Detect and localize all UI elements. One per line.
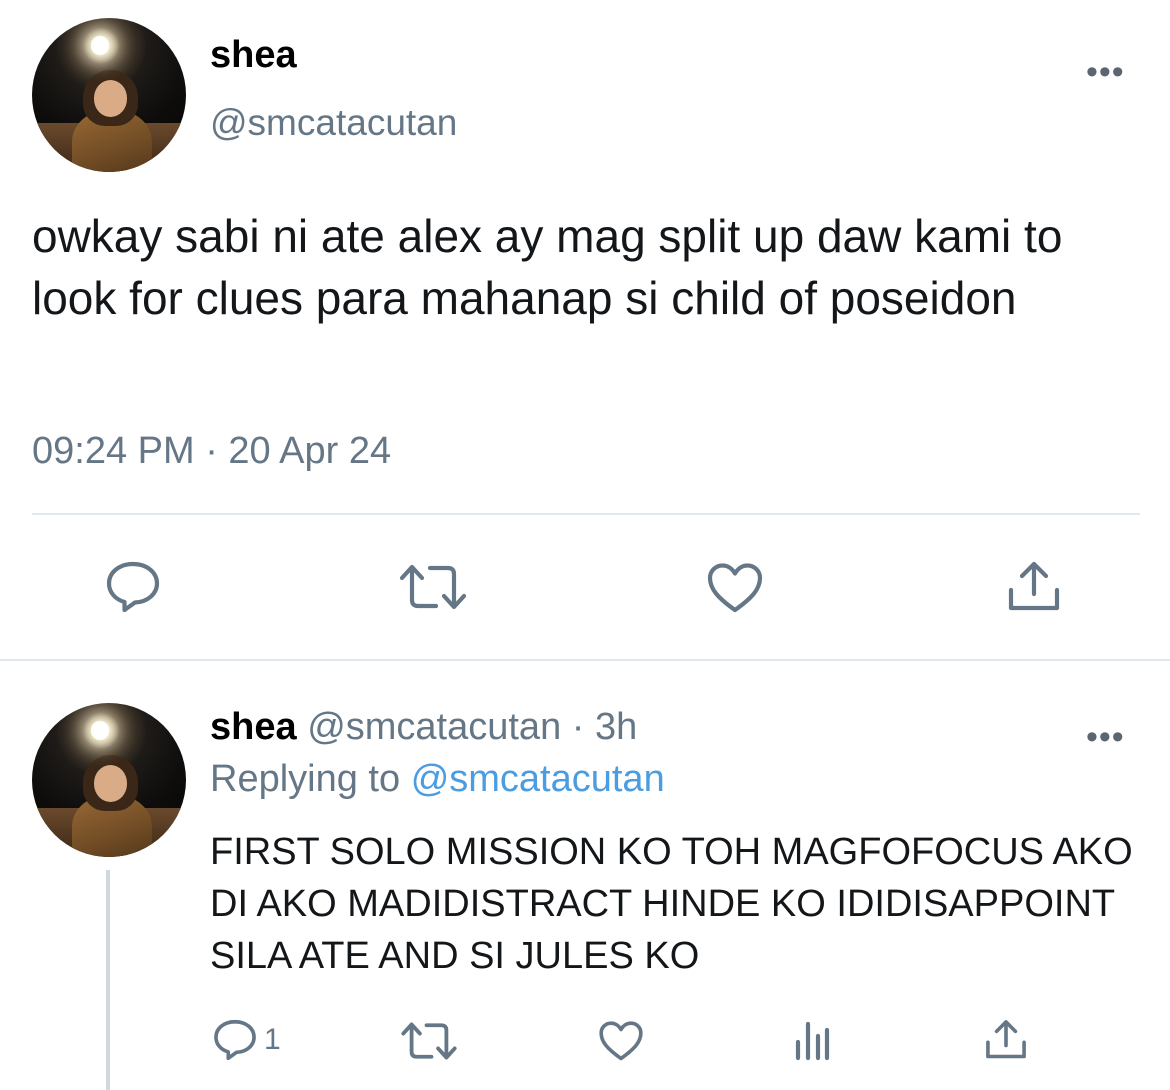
user-handle[interactable]: @smcatacutan	[307, 706, 561, 748]
tweet-time-ago[interactable]: 3h	[595, 706, 637, 748]
like-button[interactable]	[706, 562, 764, 614]
divider	[0, 659, 1170, 661]
user-handle[interactable]: @smcatacutan	[210, 102, 457, 144]
reply-count: 1	[264, 1023, 281, 1056]
divider	[32, 513, 1140, 515]
tweet-timestamp[interactable]: 09:24 PM · 20 Apr 24	[32, 430, 391, 473]
analytics-button[interactable]	[792, 1020, 832, 1062]
thread-connector-line	[106, 870, 110, 1090]
reply-button[interactable]: 1	[212, 1018, 281, 1062]
retweet-button[interactable]	[398, 562, 468, 612]
display-name[interactable]: shea	[210, 706, 297, 748]
replying-to-label: Replying to	[210, 758, 401, 800]
heart-icon	[599, 1021, 643, 1061]
mention-link[interactable]: @smcatacutan	[411, 758, 665, 800]
speech-bubble-icon	[214, 1019, 256, 1061]
share-button[interactable]	[1006, 560, 1062, 614]
share-upload-icon	[986, 1020, 1026, 1059]
like-button[interactable]	[598, 1020, 644, 1062]
share-upload-icon	[1008, 561, 1060, 611]
separator: ·	[571, 706, 585, 748]
reply-header: shea @smcatacutan · 3h	[210, 706, 637, 749]
retweet-arrows-icon	[401, 1022, 457, 1060]
more-options-button[interactable]: •••	[1086, 720, 1125, 754]
heart-icon	[707, 563, 763, 613]
more-options-button[interactable]: •••	[1086, 55, 1125, 89]
speech-bubble-icon	[106, 561, 160, 613]
retweet-arrows-icon	[399, 564, 467, 610]
reply-tweet-text: FIRST SOLO MISSION KO TOH MAGFOFOCUS AKO…	[210, 831, 1133, 977]
share-button[interactable]	[984, 1018, 1028, 1062]
bar-chart-icon	[795, 1021, 830, 1061]
display-name[interactable]: shea	[210, 34, 297, 77]
avatar[interactable]	[32, 703, 186, 857]
tweet-text: owkay sabi ni ate alex ay mag split up d…	[32, 210, 1063, 324]
avatar[interactable]	[32, 18, 186, 172]
retweet-button[interactable]	[400, 1020, 458, 1062]
replying-to-line: Replying to @smcatacutan	[210, 758, 665, 801]
reply-button[interactable]	[104, 560, 162, 614]
